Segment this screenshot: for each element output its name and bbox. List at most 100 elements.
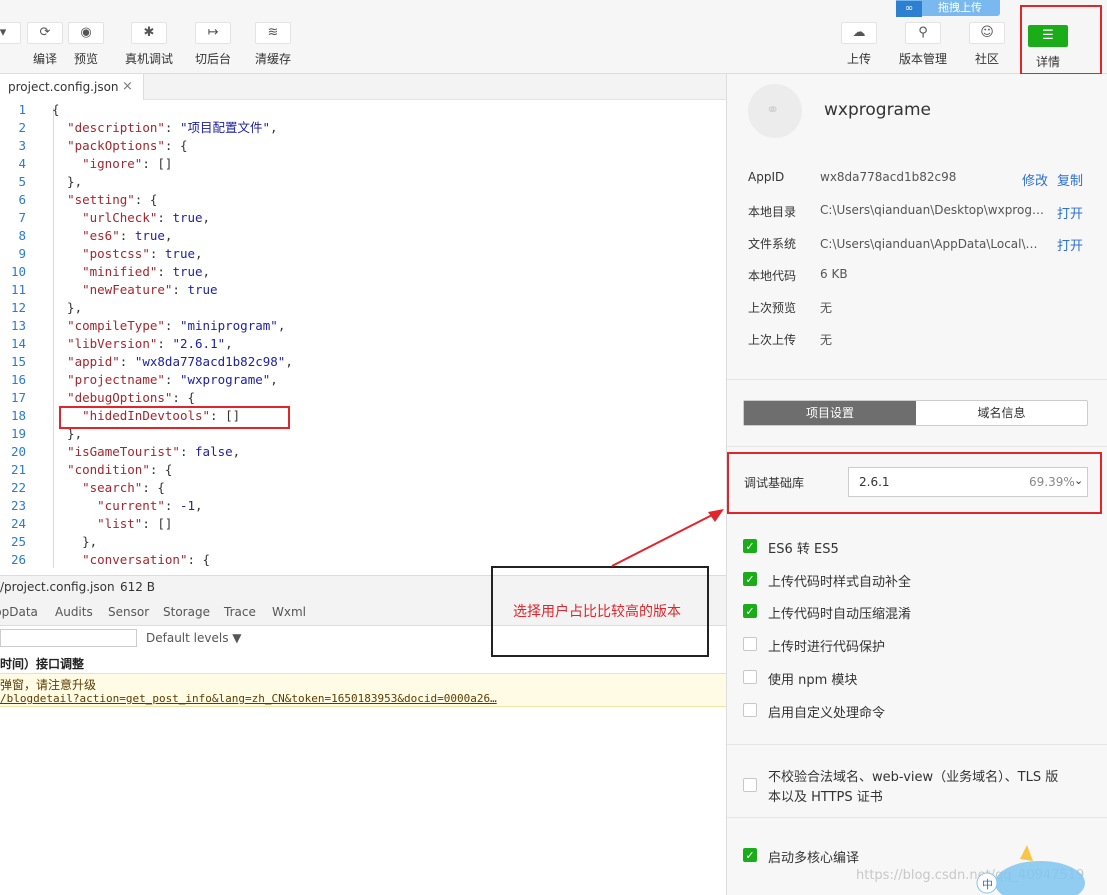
code-line[interactable]: 20 "isGameTourist": false, bbox=[0, 443, 726, 461]
checkbox-box[interactable] bbox=[743, 703, 757, 717]
line-number: 9 bbox=[18, 246, 26, 261]
tab-project-settings[interactable]: 项目设置 bbox=[744, 401, 916, 425]
tab-appdata[interactable]: ppData bbox=[0, 605, 38, 619]
line-text: "newFeature": true bbox=[82, 282, 218, 297]
upload-button[interactable]: ☁ 上传 bbox=[834, 22, 884, 67]
console-message: 时间）接口调整 bbox=[0, 657, 85, 671]
copy-appid-link[interactable]: 复制 bbox=[1057, 170, 1083, 189]
base-library-percent: 69.39% bbox=[1029, 475, 1075, 489]
info-row-file-system: 文件系统 C:\Users\qianduan\AppData\Local\微信…… bbox=[748, 235, 1093, 254]
checkbox-box[interactable] bbox=[743, 778, 757, 792]
version-manage-button[interactable]: ⚲ 版本管理 bbox=[898, 22, 948, 67]
code-line[interactable]: 13 "compileType": "miniprogram", bbox=[0, 317, 726, 335]
line-number: 22 bbox=[10, 480, 26, 495]
code-line[interactable]: 6 "setting": { bbox=[0, 191, 726, 209]
line-text: "projectname": "wxprograme", bbox=[67, 372, 278, 387]
line-text: "description": "项目配置文件", bbox=[67, 120, 278, 135]
checkbox-label-line1: 不校验合法域名、web-view（业务域名）、TLS 版 bbox=[768, 770, 1059, 785]
code-line[interactable]: 4 "ignore": [] bbox=[0, 155, 726, 173]
detail-panel: ⚭ wxprograme AppID wx8da778acd1b82c98 修改… bbox=[726, 74, 1107, 895]
code-line[interactable]: 5 }, bbox=[0, 173, 726, 191]
code-line[interactable]: 12 }, bbox=[0, 299, 726, 317]
code-line[interactable]: 3 "packOptions": { bbox=[0, 137, 726, 155]
close-icon[interactable]: × bbox=[122, 74, 133, 100]
code-line[interactable]: 15 "appid": "wx8da778acd1b82c98", bbox=[0, 353, 726, 371]
clear-cache-button[interactable]: ≋ 清缓存 bbox=[248, 22, 298, 67]
remote-debug-label: 真机调试 bbox=[124, 52, 173, 66]
code-line[interactable]: 10 "minified": true, bbox=[0, 263, 726, 281]
code-line[interactable]: 7 "urlCheck": true, bbox=[0, 209, 726, 227]
info-row-last-preview: 上次预览 无 bbox=[748, 299, 1093, 317]
warning-text: 弹窗，请注意升级 bbox=[0, 678, 97, 692]
code-line[interactable]: 1{ bbox=[0, 101, 726, 119]
edit-appid-link[interactable]: 修改 bbox=[1022, 170, 1048, 189]
tab-storage[interactable]: Storage bbox=[163, 605, 210, 619]
line-text: "packOptions": { bbox=[67, 138, 188, 153]
code-line[interactable]: 22 "search": { bbox=[0, 479, 726, 497]
code-line[interactable]: 11 "newFeature": true bbox=[0, 281, 726, 299]
checkbox-label: 上传代码时自动压缩混淆 bbox=[768, 607, 912, 622]
cloud-upload-icon: ☁ bbox=[841, 22, 877, 44]
tab-domain-info[interactable]: 域名信息 bbox=[916, 401, 1087, 425]
code-line[interactable]: 16 "projectname": "wxprograme", bbox=[0, 371, 726, 389]
menu-icon: ☰ bbox=[1042, 28, 1054, 43]
switch-background-button[interactable]: ↦ 切后台 bbox=[188, 22, 238, 67]
info-value: 6 KB bbox=[820, 267, 848, 281]
check-icon[interactable]: ✓ bbox=[743, 848, 757, 862]
code-line[interactable]: 14 "libVersion": "2.6.1", bbox=[0, 335, 726, 353]
line-number: 17 bbox=[10, 390, 26, 405]
line-number: 10 bbox=[10, 264, 26, 279]
line-text: "compileType": "miniprogram", bbox=[67, 318, 286, 333]
line-text: "postcss": true, bbox=[82, 246, 203, 261]
checkbox-box[interactable] bbox=[743, 637, 757, 651]
preview-button[interactable]: ◉ 预览 bbox=[61, 22, 111, 67]
version-manage-label: 版本管理 bbox=[898, 52, 947, 66]
tab-trace[interactable]: Trace bbox=[224, 605, 256, 619]
log-levels-dropdown[interactable]: Default levels ▼ bbox=[146, 631, 242, 645]
remote-debug-button[interactable]: ✱ 真机调试 bbox=[124, 22, 174, 67]
miniprogram-logo-icon: ⚭ bbox=[766, 100, 780, 119]
chevron-down-icon: ▾ bbox=[0, 22, 21, 44]
detail-button[interactable]: ☰ bbox=[1028, 25, 1068, 47]
tab-project-config[interactable]: project.config.json × bbox=[0, 74, 144, 100]
check-icon[interactable]: ✓ bbox=[743, 572, 757, 586]
tab-sensor[interactable]: Sensor bbox=[108, 605, 149, 619]
community-button[interactable]: ☺ 社区 bbox=[962, 22, 1012, 67]
line-number: 23 bbox=[10, 498, 26, 513]
line-number: 13 bbox=[10, 318, 26, 333]
code-line[interactable]: 21 "condition": { bbox=[0, 461, 726, 479]
code-line[interactable]: 8 "es6": true, bbox=[0, 227, 726, 245]
line-number: 20 bbox=[10, 444, 26, 459]
line-text: }, bbox=[52, 300, 83, 315]
check-icon[interactable]: ✓ bbox=[743, 539, 757, 553]
community-label: 社区 bbox=[974, 52, 999, 66]
base-library-select[interactable]: 2.6.1 69.39% ⌄ bbox=[848, 467, 1088, 497]
checkbox-box[interactable] bbox=[743, 670, 757, 684]
line-text: "list": [] bbox=[97, 516, 173, 531]
code-lines[interactable]: 1{2 "description": "项目配置文件", 3 "packOptio… bbox=[0, 101, 726, 569]
line-text: "condition": { bbox=[67, 462, 173, 477]
info-key: 上次上传 bbox=[748, 333, 797, 347]
line-number: 12 bbox=[10, 300, 26, 315]
check-icon[interactable]: ✓ bbox=[743, 604, 757, 618]
checkbox-label-line2: 本以及 HTTPS 证书 bbox=[768, 790, 883, 805]
code-line[interactable]: 2 "description": "项目配置文件", bbox=[0, 119, 726, 137]
community-icon: ☺ bbox=[969, 22, 1005, 44]
info-value: C:\Users\qianduan\Desktop\wxprograme bbox=[820, 203, 1044, 217]
drag-upload-tip[interactable]: ∞ 拖拽上传 bbox=[896, 0, 1000, 17]
tab-wxml[interactable]: Wxml bbox=[272, 605, 306, 619]
info-key: 上次预览 bbox=[748, 301, 797, 315]
code-line[interactable]: 9 "postcss": true, bbox=[0, 245, 726, 263]
tab-audits[interactable]: Audits bbox=[55, 605, 93, 619]
open-file-system-link[interactable]: 打开 bbox=[1057, 235, 1083, 254]
warning-link[interactable]: /blogdetail?action=get_post_info&lang=zh… bbox=[0, 692, 497, 705]
checkbox-label: ES6 转 ES5 bbox=[768, 542, 839, 557]
info-value: 无 bbox=[820, 333, 833, 347]
line-text: "ignore": [] bbox=[82, 156, 173, 171]
line-number: 6 bbox=[18, 192, 26, 207]
divider bbox=[727, 744, 1107, 745]
open-local-dir-link[interactable]: 打开 bbox=[1057, 203, 1083, 222]
console-filter-input[interactable] bbox=[0, 629, 137, 647]
code-line[interactable]: 17 "debugOptions": { bbox=[0, 389, 726, 407]
line-number: 11 bbox=[10, 282, 26, 297]
